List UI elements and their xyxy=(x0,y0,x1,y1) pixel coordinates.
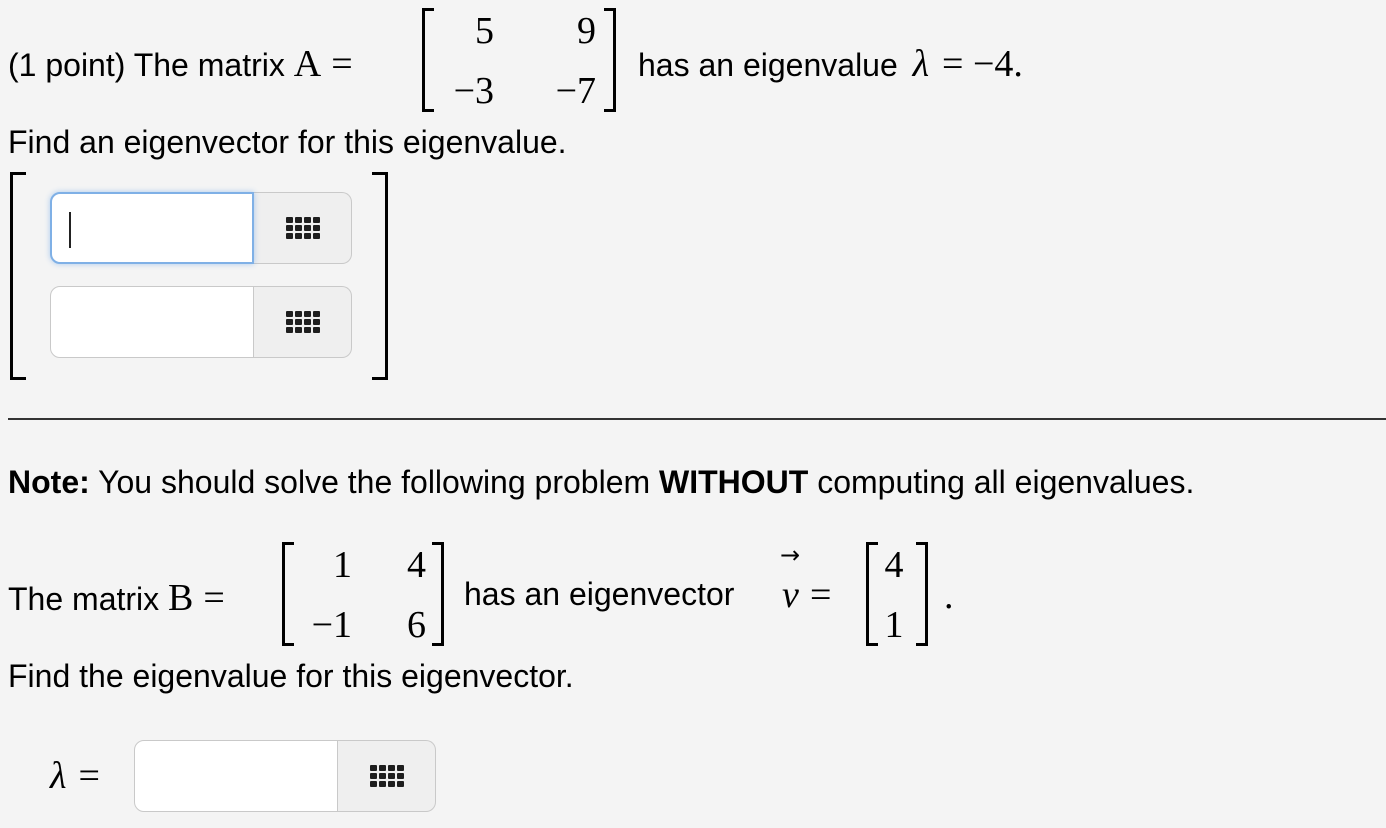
eigenvalue-input[interactable] xyxy=(134,740,338,812)
vector-cell: 1 xyxy=(884,604,904,646)
note-text: Note: You should solve the following pro… xyxy=(8,464,1195,500)
vector-arrow: → xyxy=(780,541,801,569)
matrix-b-cell: 4 xyxy=(407,544,426,586)
period: . xyxy=(944,575,954,617)
matrix-a-cell: 5 xyxy=(475,10,494,52)
equals-sign: = xyxy=(203,577,225,619)
eigenvector-answer-2 xyxy=(50,286,352,358)
problem2-prefix: The matrix B = xyxy=(8,577,225,619)
matrix-a-cell: −3 xyxy=(453,70,494,112)
eigenvalue-answer xyxy=(134,740,436,812)
equals-sign: = xyxy=(331,43,353,85)
answer-right-bracket xyxy=(372,172,388,380)
text-caret xyxy=(69,212,71,248)
eigenvector-input-1[interactable] xyxy=(50,192,254,264)
eigenvalue-statement: has an eigenvalue λ = −4. xyxy=(638,43,1023,85)
note-emphasis: WITHOUT xyxy=(659,464,809,500)
eigenvalue-value: = −4. xyxy=(942,43,1023,85)
matrix-a-left-bracket xyxy=(422,8,434,112)
matrix-a-cell: 9 xyxy=(577,10,596,52)
matrix-b-cell: 1 xyxy=(333,544,352,586)
vector-symbol: v xyxy=(782,574,799,616)
equation-editor-button-2[interactable] xyxy=(254,286,352,358)
keyboard-grid-icon xyxy=(369,765,404,787)
eigenvector-statement: has an eigenvector xyxy=(464,576,735,612)
matrix-a-cell: −7 xyxy=(555,70,596,112)
matrix-a-name: A xyxy=(293,43,322,85)
eigenvector-answer-1 xyxy=(50,192,352,264)
answer-left-bracket xyxy=(10,172,26,380)
problem1-prefix: (1 point) The matrix A = xyxy=(8,43,353,85)
matrix-b-cell: −1 xyxy=(311,604,352,646)
keyboard-grid-icon xyxy=(285,311,320,333)
vector-equals: = xyxy=(810,574,832,616)
note-label: Note: xyxy=(8,464,90,500)
lambda-symbol: λ xyxy=(50,755,67,797)
lambda-symbol: λ xyxy=(912,43,930,85)
vector-right-bracket xyxy=(916,542,928,646)
matrix-b-name: B xyxy=(168,577,194,619)
eigenvector-input-2[interactable] xyxy=(50,286,254,358)
matrix-b-cell: 6 xyxy=(407,604,426,646)
matrix-a-right-bracket xyxy=(604,8,616,112)
vector-cell: 4 xyxy=(884,544,904,586)
keyboard-grid-icon xyxy=(285,217,320,239)
section-divider xyxy=(8,418,1386,420)
lambda-answer-label: λ = xyxy=(50,755,100,797)
equation-editor-button-1[interactable] xyxy=(254,192,352,264)
matrix-b-right-bracket xyxy=(432,542,444,646)
problem1-instruction: Find an eigenvector for this eigenvalue. xyxy=(8,124,567,160)
equation-editor-button-3[interactable] xyxy=(338,740,436,812)
problem2-instruction: Find the eigenvalue for this eigenvector… xyxy=(8,658,574,694)
